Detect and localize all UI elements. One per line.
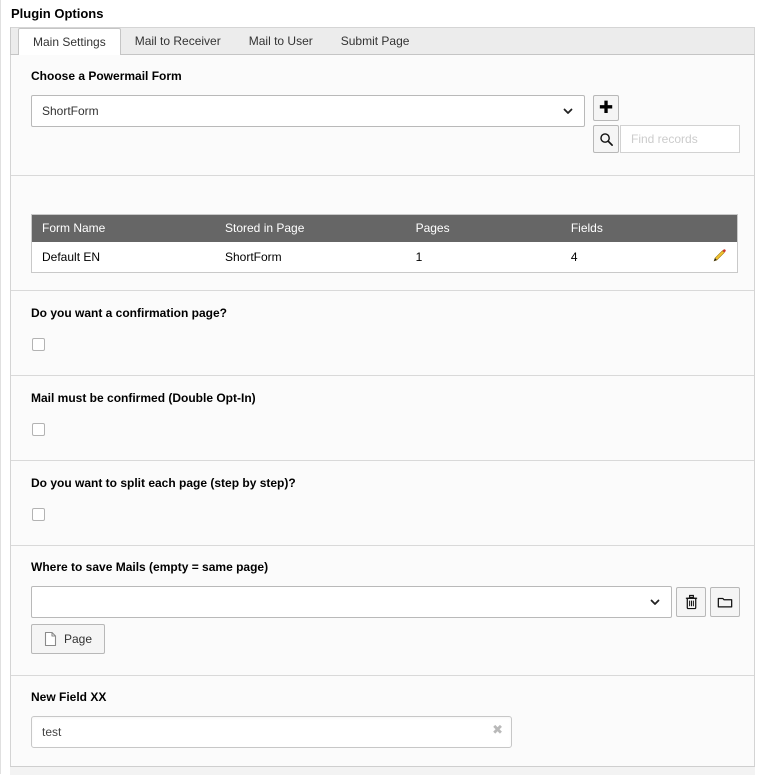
- header-pages: Pages: [406, 215, 561, 242]
- selected-form-value: ShortForm: [42, 104, 99, 118]
- chevron-down-icon: [562, 105, 574, 117]
- page-title: Plugin Options: [1, 0, 766, 27]
- section-new-field: New Field XX ✖: [11, 675, 754, 766]
- plus-icon: ✚: [599, 98, 613, 118]
- folder-icon: [717, 595, 733, 609]
- tab-submit-page[interactable]: Submit Page: [327, 28, 424, 54]
- tab-mail-to-receiver[interactable]: Mail to Receiver: [121, 28, 235, 54]
- remove-page-button[interactable]: [676, 587, 706, 617]
- find-records-input[interactable]: [620, 125, 740, 153]
- new-field-input[interactable]: [31, 716, 512, 748]
- document-icon: [44, 631, 57, 647]
- tab-label: Mail to Receiver: [135, 34, 221, 48]
- cell-pages: 1: [406, 242, 561, 273]
- header-fields: Fields: [561, 215, 702, 242]
- cell-fields: 4: [561, 242, 702, 273]
- section-double-opt-in: Mail must be confirmed (Double Opt-In): [11, 375, 754, 460]
- tab-mail-to-user[interactable]: Mail to User: [235, 28, 327, 54]
- chevron-down-icon: [649, 596, 661, 608]
- plugin-options-panel: Main Settings Mail to Receiver Mail to U…: [10, 27, 755, 766]
- section-split-pages: Do you want to split each page (step by …: [11, 460, 754, 545]
- tab-label: Mail to User: [249, 34, 313, 48]
- clear-input-icon[interactable]: ✖: [492, 724, 503, 737]
- trash-icon: [684, 594, 699, 610]
- header-actions: [702, 215, 738, 242]
- powermail-form-select[interactable]: ShortForm: [31, 95, 585, 127]
- page-button[interactable]: Page: [31, 624, 105, 654]
- split-pages-checkbox[interactable]: [32, 508, 45, 521]
- choose-form-label: Choose a Powermail Form: [31, 69, 740, 83]
- forms-table: Form Name Stored in Page Pages Fields De…: [31, 214, 738, 273]
- tab-label: Submit Page: [341, 34, 410, 48]
- section-choose-form: Choose a Powermail Form ShortForm ✚: [11, 55, 754, 175]
- section-save-mails: Where to save Mails (empty = same page): [11, 545, 754, 675]
- table-row: Default EN ShortForm 1 4: [32, 242, 738, 273]
- edit-pencil-icon: [712, 248, 727, 263]
- add-record-button[interactable]: ✚: [593, 95, 619, 121]
- tab-bar: Main Settings Mail to Receiver Mail to U…: [10, 27, 755, 55]
- cell-form-name: Default EN: [32, 242, 216, 273]
- section-confirmation-page: Do you want a confirmation page?: [11, 290, 754, 375]
- double-opt-in-label: Mail must be confirmed (Double Opt-In): [31, 391, 740, 405]
- save-mails-label: Where to save Mails (empty = same page): [31, 560, 740, 574]
- double-opt-in-checkbox[interactable]: [32, 423, 45, 436]
- split-pages-label: Do you want to split each page (step by …: [31, 476, 740, 490]
- new-field-label: New Field XX: [31, 690, 740, 704]
- page-button-label: Page: [64, 632, 92, 646]
- cell-stored-in-page: ShortForm: [215, 242, 406, 273]
- tab-label: Main Settings: [33, 35, 106, 49]
- tab-main-settings[interactable]: Main Settings: [18, 28, 121, 55]
- search-icon: [599, 132, 614, 147]
- save-mails-select[interactable]: [31, 586, 672, 618]
- confirmation-page-label: Do you want a confirmation page?: [31, 306, 740, 320]
- header-form-name: Form Name: [32, 215, 216, 242]
- table-header-row: Form Name Stored in Page Pages Fields: [32, 215, 738, 242]
- confirmation-page-checkbox[interactable]: [32, 338, 45, 351]
- header-stored-in-page: Stored in Page: [215, 215, 406, 242]
- browse-records-button[interactable]: [710, 587, 740, 617]
- search-button[interactable]: [593, 125, 619, 153]
- edit-form-button[interactable]: [712, 248, 727, 263]
- section-forms-table: Form Name Stored in Page Pages Fields De…: [11, 175, 754, 290]
